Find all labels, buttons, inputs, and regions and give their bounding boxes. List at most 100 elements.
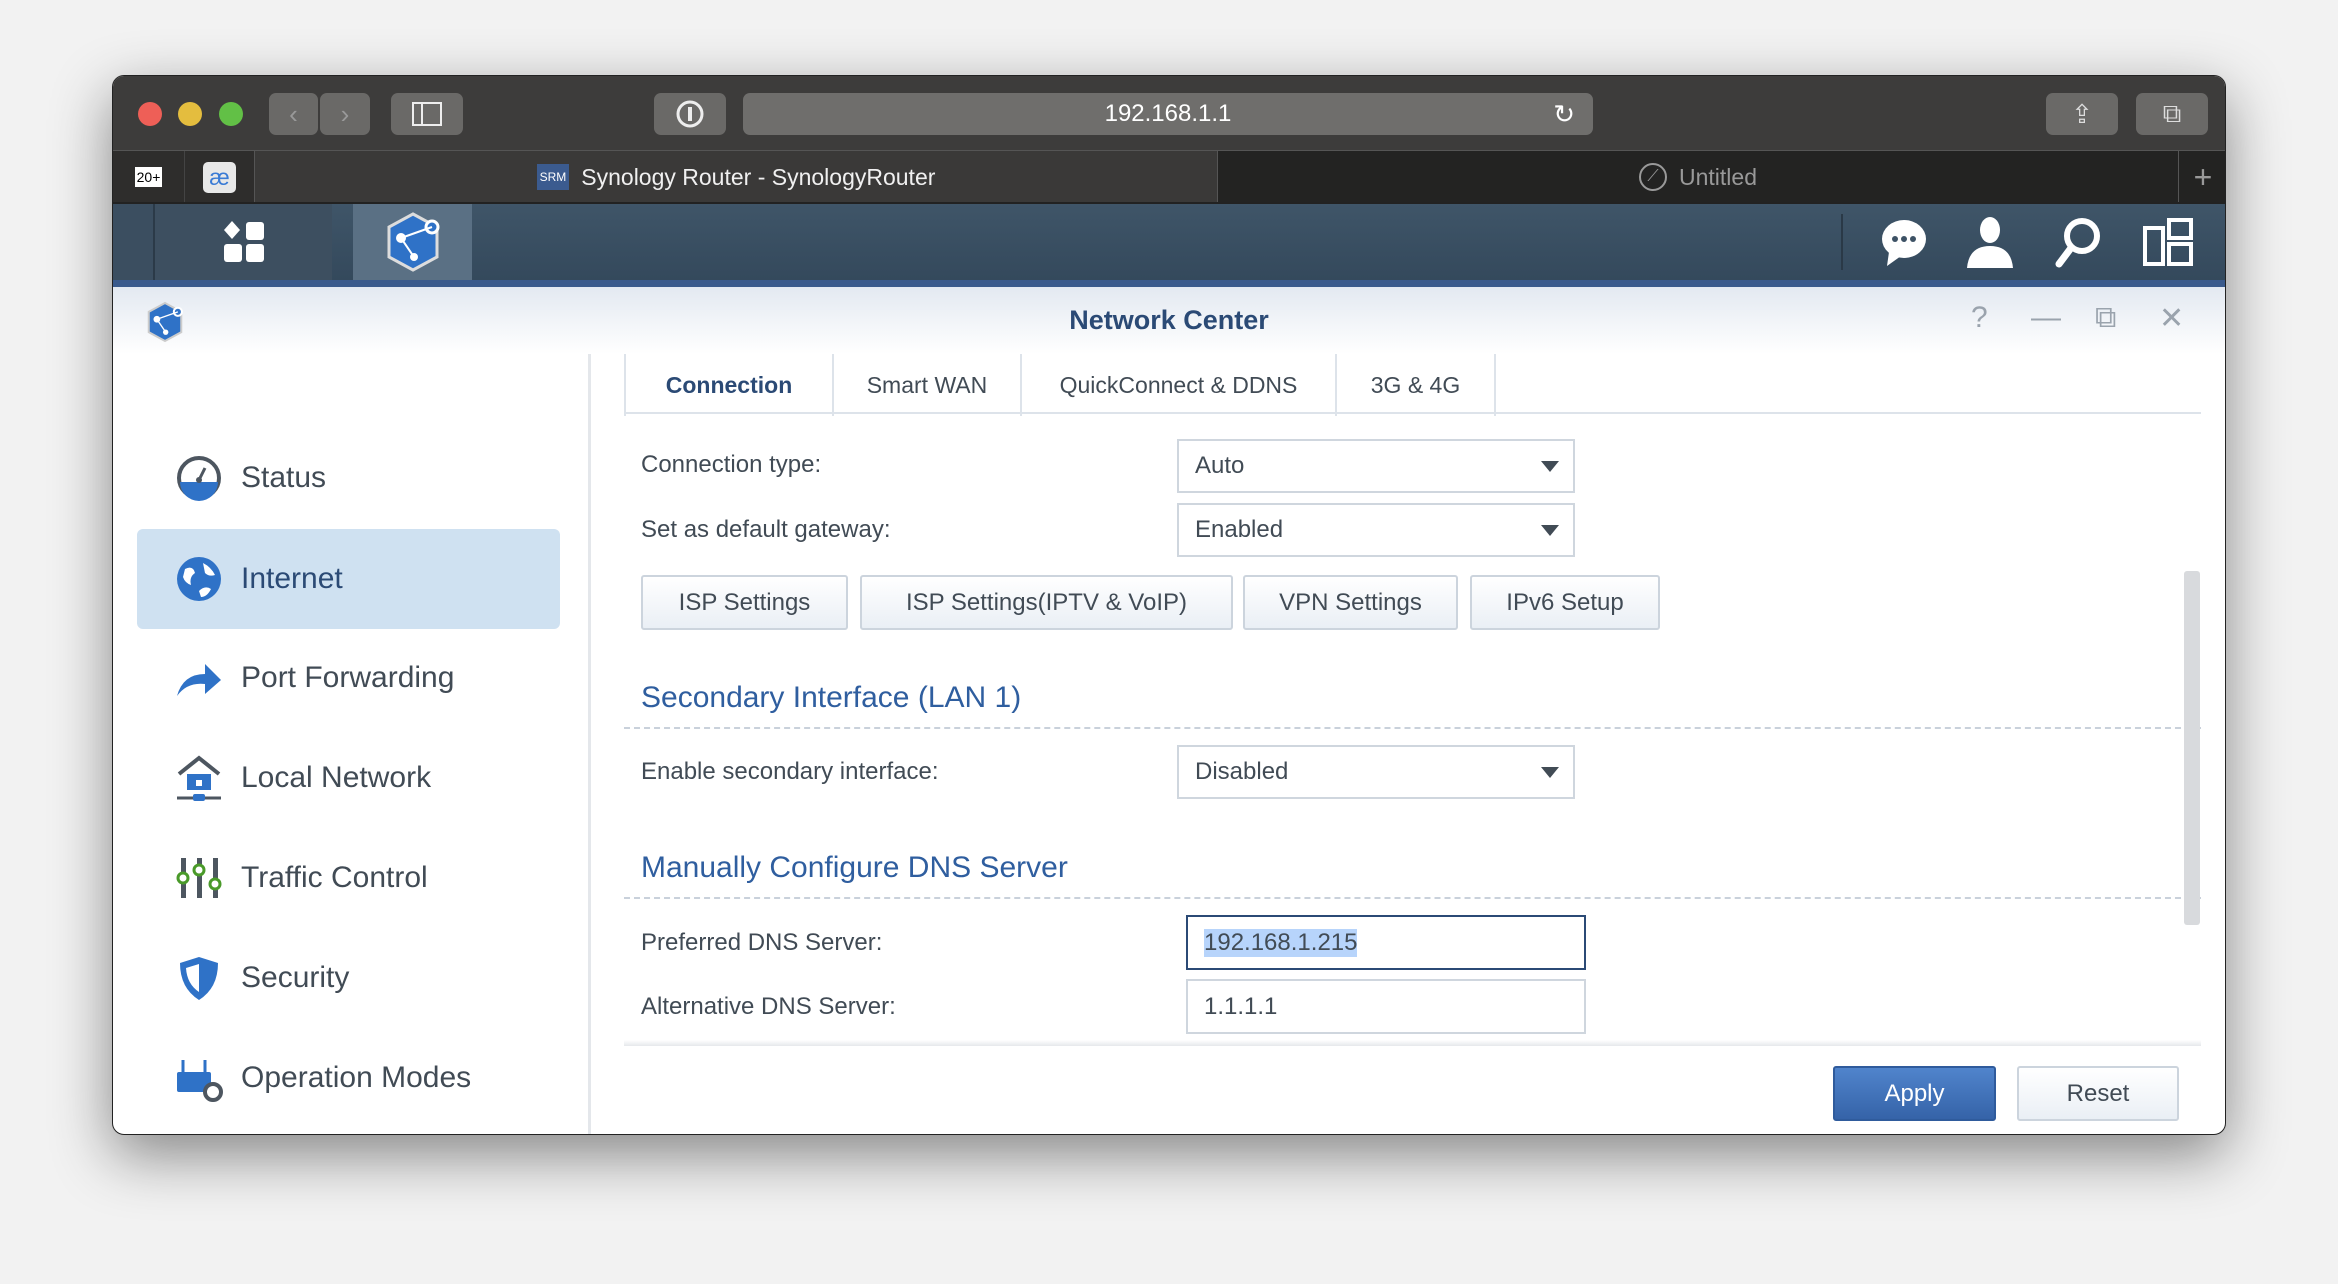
sidebar-item-internet[interactable]: Internet xyxy=(137,529,560,629)
main-menu-button[interactable] xyxy=(155,204,332,280)
isp-iptv-voip-settings-button[interactable]: ISP Settings(IPTV & VoIP) xyxy=(860,575,1233,630)
tab-smart-wan[interactable]: Smart WAN xyxy=(834,354,1022,416)
zoom-window-button[interactable] xyxy=(219,102,243,126)
sidebar-item-label: Status xyxy=(241,461,327,494)
pinned-tab-gmail[interactable]: 20+ xyxy=(113,151,184,203)
connection-type-select[interactable]: Auto xyxy=(1177,439,1575,493)
sidebar-item-label: Operation Modes xyxy=(241,1061,472,1094)
sidebar-item-local-network[interactable]: Local Network xyxy=(137,728,560,828)
pinned-tab-ae[interactable]: æ xyxy=(184,151,254,203)
dropdown-arrow-icon xyxy=(1541,525,1559,536)
footer-divider xyxy=(624,1040,2201,1046)
widgets-icon xyxy=(2143,218,2193,266)
tab-bar: 20+ æ SRM Synology Router - SynologyRoute… xyxy=(113,150,2225,203)
shield-icon xyxy=(180,957,218,1000)
new-tab-button[interactable]: + xyxy=(2178,151,2225,203)
sidebar-item-label: Security xyxy=(241,961,350,994)
user-button[interactable] xyxy=(1965,216,2015,273)
srm-favicon: SRM xyxy=(536,164,570,190)
close-app-button[interactable]: ✕ xyxy=(2159,301,2184,336)
gmail-icon: 20+ xyxy=(134,167,163,187)
input-value: 192.168.1.215 xyxy=(1204,928,1358,957)
tab-synology-router[interactable]: SRM Synology Router - SynologyRouter xyxy=(254,151,1218,203)
notifications-button[interactable] xyxy=(1879,218,1929,273)
sidebar-item-operation-modes[interactable]: Operation Modes xyxy=(137,1028,560,1128)
vpn-settings-button[interactable]: VPN Settings xyxy=(1243,575,1458,630)
select-value: Enabled xyxy=(1195,516,1284,543)
default-gateway-label: Set as default gateway: xyxy=(641,516,891,543)
tab-title: Untitled xyxy=(1679,163,1757,190)
section-divider xyxy=(624,897,2201,899)
user-icon xyxy=(1967,217,2013,268)
connection-type-label: Connection type: xyxy=(641,451,822,478)
secondary-interface-label: Enable secondary interface: xyxy=(641,758,939,785)
share-button[interactable]: ⇪ xyxy=(2046,93,2118,135)
tab-connection[interactable]: Connection xyxy=(624,354,834,416)
sidebar: Status Internet Port Forwarding Local Ne… xyxy=(113,354,591,1134)
secondary-interface-select[interactable]: Disabled xyxy=(1177,745,1575,799)
scrollbar[interactable] xyxy=(2184,571,2200,925)
sidebar-toggle-button[interactable] xyxy=(391,93,463,135)
sidebar-item-traffic-control[interactable]: Traffic Control xyxy=(137,828,560,928)
browser-toolbar: ‹ › 192.168.1.1 ↻ ⇪ ⧉ xyxy=(113,76,2225,150)
sidebar-item-port-forwarding[interactable]: Port Forwarding xyxy=(137,628,560,728)
dropdown-arrow-icon xyxy=(1541,767,1559,778)
dropdown-arrow-icon xyxy=(1541,461,1559,472)
ae-icon: æ xyxy=(203,161,236,193)
show-tabs-button[interactable]: ⧉ xyxy=(2136,93,2208,135)
globe-icon xyxy=(177,557,221,601)
forward-arrow-icon xyxy=(177,664,221,696)
url-text: 192.168.1.1 xyxy=(1104,100,1232,127)
sidebar-icon xyxy=(412,102,442,126)
alternative-dns-label: Alternative DNS Server: xyxy=(641,993,896,1020)
taskbar-divider xyxy=(1841,214,1843,270)
sidebar-item-label: Local Network xyxy=(241,761,432,794)
section-divider xyxy=(624,727,2201,729)
widgets-button[interactable] xyxy=(2143,218,2193,271)
password-manager-button[interactable] xyxy=(654,93,726,135)
ipv6-setup-button[interactable]: IPv6 Setup xyxy=(1470,575,1660,630)
preferred-dns-input[interactable]: 192.168.1.215 xyxy=(1186,915,1586,970)
select-value: Auto xyxy=(1195,452,1245,479)
alternative-dns-input[interactable]: 1.1.1.1 xyxy=(1186,979,1586,1034)
tab-title: Synology Router - SynologyRouter xyxy=(581,163,936,190)
app-title: Network Center xyxy=(1069,305,1269,335)
tabs-icon: ⧉ xyxy=(2162,98,2182,128)
sidebar-item-status[interactable]: Status xyxy=(137,428,560,528)
tab-quickconnect-ddns[interactable]: QuickConnect & DDNS xyxy=(1022,354,1337,416)
reset-button[interactable]: Reset xyxy=(2017,1066,2179,1121)
accent-bar xyxy=(113,280,2225,287)
compass-icon: ⟋ xyxy=(1639,163,1667,191)
default-gateway-select[interactable]: Enabled xyxy=(1177,503,1575,557)
minimize-app-button[interactable]: — xyxy=(2031,301,2061,335)
sidebar-item-security[interactable]: Security xyxy=(137,928,560,1028)
restore-app-button[interactable]: ⧉ xyxy=(2095,301,2116,335)
main-menu-icon xyxy=(223,221,264,262)
forward-button[interactable]: › xyxy=(320,93,370,135)
router-gear-icon xyxy=(177,1060,223,1102)
network-center-icon xyxy=(387,212,439,272)
tab-untitled[interactable]: ⟋ Untitled xyxy=(1218,151,2178,203)
share-icon: ⇪ xyxy=(2071,98,2093,129)
secondary-interface-heading: Secondary Interface (LAN 1) xyxy=(641,681,1022,714)
back-button[interactable]: ‹ xyxy=(269,93,318,135)
tab-3g-4g[interactable]: 3G & 4G xyxy=(1337,354,1496,416)
search-button[interactable] xyxy=(2053,216,2103,273)
sidebar-item-label: Traffic Control xyxy=(241,861,428,894)
close-window-button[interactable] xyxy=(138,102,162,126)
sliders-icon xyxy=(176,858,222,898)
network-center-taskbar-button[interactable] xyxy=(353,204,472,280)
address-bar[interactable]: 192.168.1.1 ↻ xyxy=(743,93,1593,135)
isp-settings-button[interactable]: ISP Settings xyxy=(641,575,848,630)
show-desktop-button[interactable] xyxy=(113,204,155,280)
gauge-icon xyxy=(177,456,221,501)
chat-bubble-icon xyxy=(1882,220,1926,266)
reload-icon[interactable]: ↻ xyxy=(1553,99,1575,130)
help-button[interactable]: ? xyxy=(1971,301,1988,335)
search-icon xyxy=(2055,218,2100,268)
apply-button[interactable]: Apply xyxy=(1833,1066,1996,1121)
minimize-window-button[interactable] xyxy=(178,102,202,126)
select-value: Disabled xyxy=(1195,758,1289,785)
house-network-icon xyxy=(177,755,221,801)
dsm-taskbar xyxy=(113,202,2225,280)
